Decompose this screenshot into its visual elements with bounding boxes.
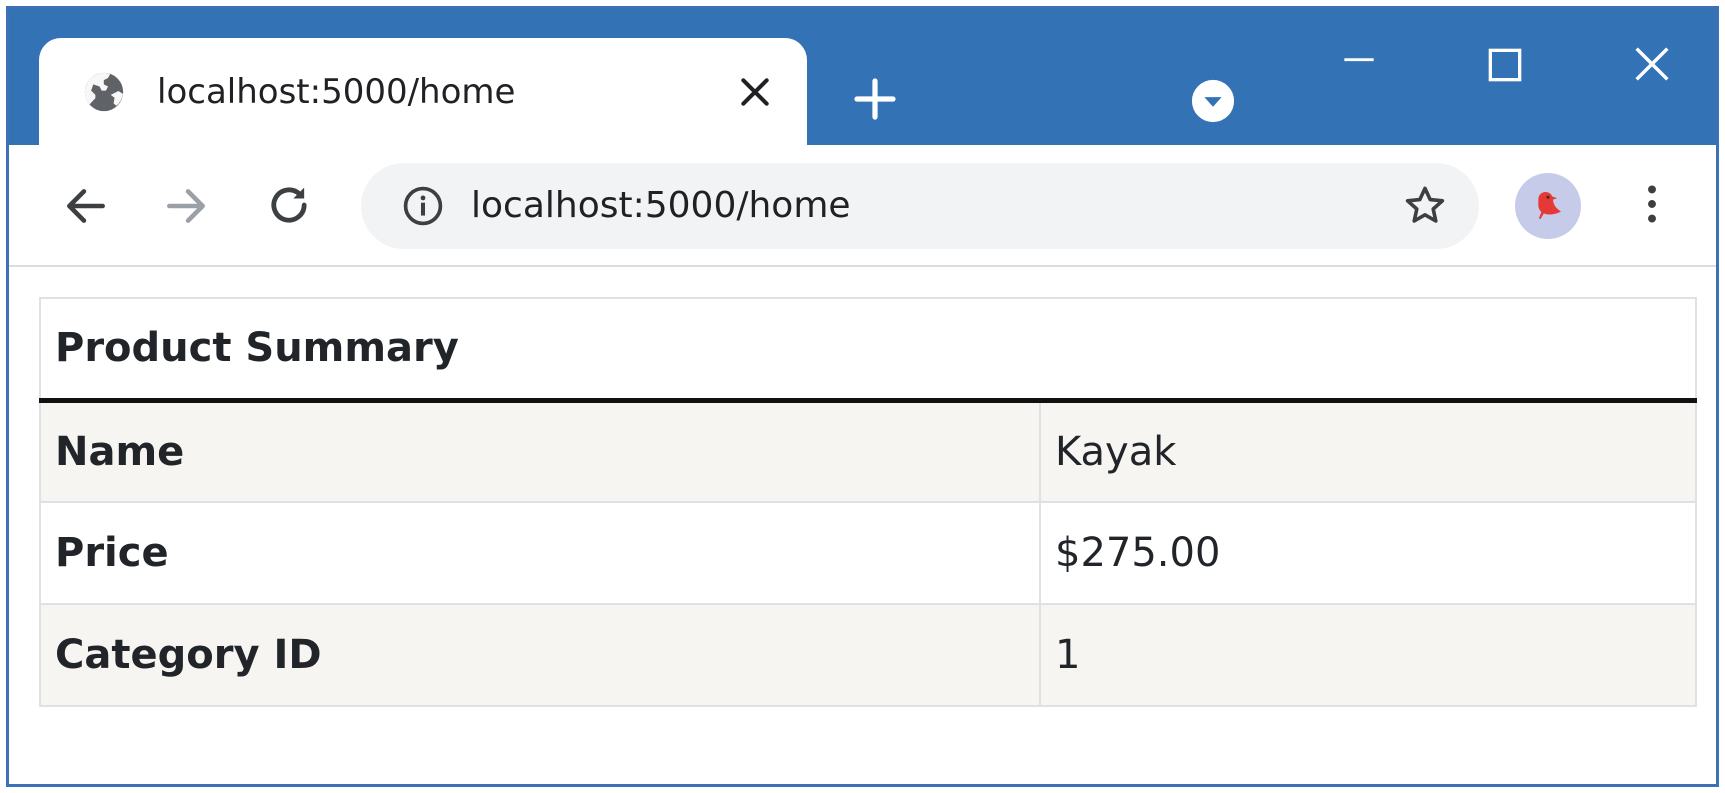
- row-value: Kayak: [1039, 399, 1697, 503]
- reload-icon[interactable]: [263, 179, 315, 231]
- browser-toolbar: localhost:5000/home: [9, 145, 1716, 267]
- tab-close-icon[interactable]: [735, 72, 775, 112]
- row-label: Category ID: [39, 603, 1041, 707]
- minimize-icon[interactable]: [1337, 45, 1381, 89]
- row-label: Name: [39, 399, 1041, 503]
- table-header-row: Product Summary: [39, 297, 1697, 403]
- bird-icon: [1538, 191, 1561, 220]
- row-label: Price: [39, 501, 1041, 605]
- page-content: Product Summary Name Kayak Price $275.00…: [9, 267, 1716, 784]
- bookmark-star-icon[interactable]: [1401, 182, 1449, 230]
- new-tab-icon[interactable]: [851, 75, 899, 123]
- address-bar[interactable]: localhost:5000/home: [361, 163, 1479, 249]
- site-info-icon[interactable]: [401, 184, 445, 228]
- table-row: Name Kayak: [39, 399, 1697, 503]
- tab-search-icon[interactable]: [1190, 78, 1236, 124]
- back-arrow-icon[interactable]: [61, 181, 111, 231]
- table-row: Price $275.00: [39, 501, 1697, 605]
- row-value: 1: [1039, 603, 1697, 707]
- window-close-icon[interactable]: [1629, 41, 1675, 87]
- product-summary-table: Product Summary Name Kayak Price $275.00…: [39, 297, 1697, 707]
- url-text[interactable]: localhost:5000/home: [471, 163, 851, 249]
- table-heading: Product Summary: [39, 297, 1697, 403]
- browser-tab[interactable]: localhost:5000/home: [39, 38, 807, 145]
- tab-title: localhost:5000/home: [157, 72, 516, 112]
- forward-arrow-icon[interactable]: [161, 181, 211, 231]
- row-value: $275.00: [1039, 501, 1697, 605]
- maximize-icon[interactable]: [1483, 43, 1527, 87]
- profile-avatar[interactable]: [1515, 173, 1581, 239]
- globe-icon: [81, 69, 127, 115]
- title-bar: localhost:5000/home: [9, 9, 1716, 145]
- kebab-menu-icon[interactable]: [1627, 179, 1677, 229]
- table-row: Category ID 1: [39, 603, 1697, 707]
- browser-window: localhost:5000/home localhost:5000/home …: [6, 6, 1719, 787]
